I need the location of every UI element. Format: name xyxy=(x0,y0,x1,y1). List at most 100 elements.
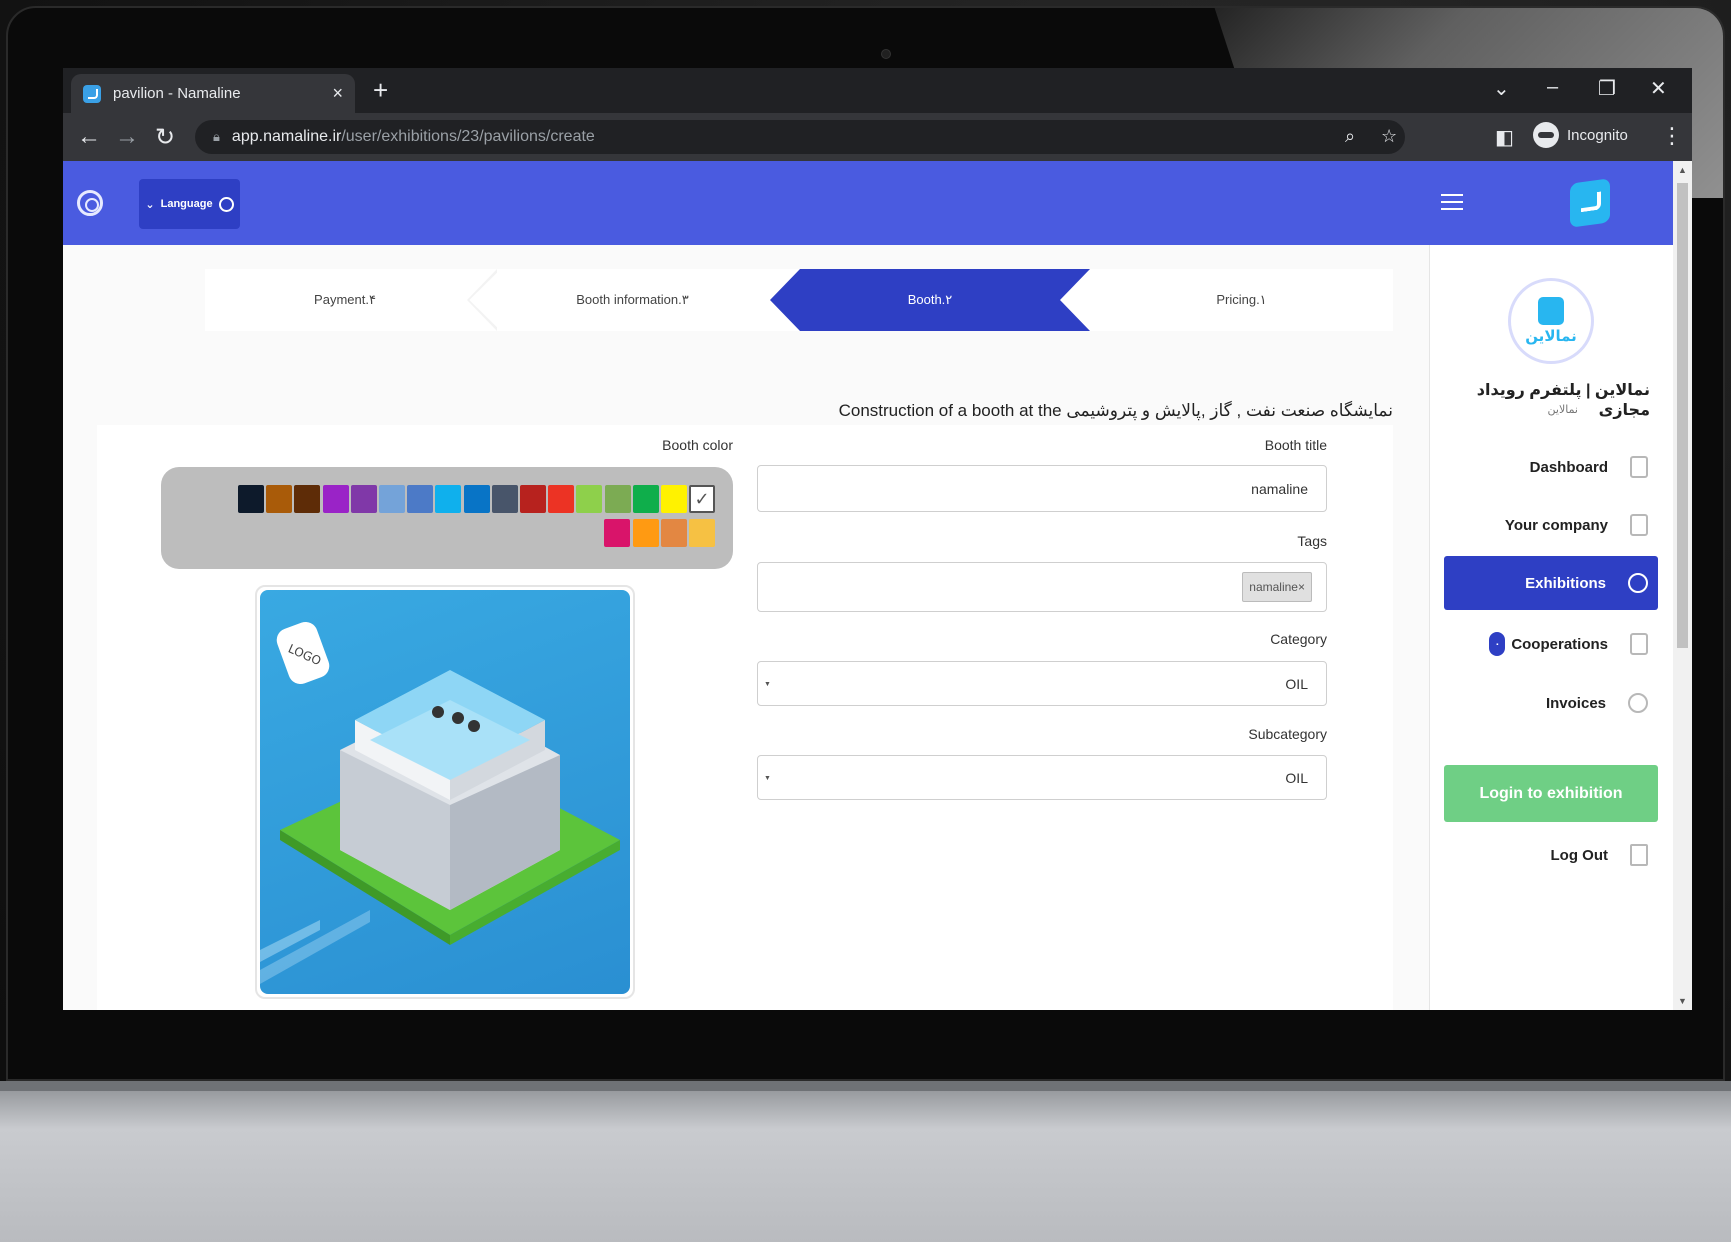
reload-icon[interactable]: ↻ xyxy=(155,123,175,152)
category-select[interactable]: ▼ OIL xyxy=(757,661,1327,706)
color-swatch[interactable] xyxy=(604,485,631,513)
color-swatch[interactable] xyxy=(463,485,490,513)
scrollbar-thumb[interactable] xyxy=(1677,183,1688,648)
login-to-exhibition-button[interactable]: Login to exhibition xyxy=(1444,765,1658,822)
color-swatch[interactable] xyxy=(632,485,659,513)
color-swatch[interactable] xyxy=(661,485,687,513)
sidebar-item-dashboard[interactable]: Dashboard xyxy=(1444,440,1658,494)
color-swatch[interactable] xyxy=(435,485,462,513)
tab-title: pavilion - Namaline xyxy=(113,85,241,102)
subcategory-select[interactable]: ▼ OIL xyxy=(757,755,1327,800)
color-swatch[interactable] xyxy=(604,519,631,547)
more-menu-icon[interactable]: ⋮ xyxy=(1661,123,1683,149)
users-icon xyxy=(1628,573,1648,593)
laptop-frame: pavilion - Namaline × + ⌄ – ❐ ✕ ← → ↻ 🔒︎… xyxy=(0,0,1731,1242)
namaline-logo[interactable] xyxy=(1570,178,1610,228)
category-value: OIL xyxy=(1285,675,1308,692)
booth-title-label: Booth title xyxy=(1264,437,1327,453)
booth-color-label: Booth color xyxy=(662,437,733,453)
incognito-label: Incognito xyxy=(1567,126,1628,144)
side-panel-icon[interactable]: ◧ xyxy=(1495,125,1514,150)
globe-icon xyxy=(218,196,234,212)
booth-title-value: namaline xyxy=(1251,480,1308,497)
color-swatch[interactable] xyxy=(660,519,687,547)
tag-remove-icon[interactable]: × xyxy=(1298,580,1305,594)
minimize-icon[interactable]: – xyxy=(1547,76,1558,99)
color-swatch[interactable] xyxy=(689,519,715,547)
sidebar-item-cooperations[interactable]: ۰ Cooperations xyxy=(1444,617,1658,671)
step-pricing[interactable]: Pricing.۱ xyxy=(1090,269,1393,331)
url-path: /user/exhibitions/23/pavilions/create xyxy=(341,128,595,145)
laptop-hinge xyxy=(0,1081,1731,1091)
browser-window: pavilion - Namaline × + ⌄ – ❐ ✕ ← → ↻ 🔒︎… xyxy=(63,68,1692,1010)
language-button[interactable]: ⌄ Language xyxy=(139,179,240,229)
forward-icon[interactable]: → xyxy=(115,123,139,151)
color-swatch[interactable] xyxy=(266,485,293,513)
sidebar-item-label: Exhibitions xyxy=(1525,574,1606,592)
incognito-indicator[interactable]: Incognito xyxy=(1533,122,1628,148)
tag-chip-label: namaline xyxy=(1249,580,1298,594)
tab-strip: pavilion - Namaline × + ⌄ – ❐ ✕ xyxy=(63,68,1692,113)
color-swatch[interactable] xyxy=(238,485,264,513)
sidebar-item-label: Log Out xyxy=(1550,846,1608,864)
app-header: ⌄ Language xyxy=(63,161,1429,245)
color-swatch[interactable] xyxy=(548,485,575,513)
restore-icon[interactable]: ❐ xyxy=(1598,76,1616,101)
sidebar-item-log-out[interactable]: Log Out xyxy=(1444,828,1658,882)
step-booth-information[interactable]: Booth information.۳ xyxy=(495,269,770,331)
color-swatch[interactable] xyxy=(576,485,603,513)
color-swatch[interactable] xyxy=(322,485,349,513)
cooperations-count-badge: ۰ xyxy=(1489,632,1506,656)
new-tab-button[interactable]: + xyxy=(373,76,388,104)
color-swatch[interactable] xyxy=(407,485,434,513)
sidebar-item-label: Dashboard xyxy=(1529,458,1608,476)
favicon-icon xyxy=(83,84,101,103)
color-swatch[interactable] xyxy=(632,519,659,547)
scroll-up-icon[interactable]: ▲ xyxy=(1678,165,1687,175)
scroll-down-icon[interactable]: ▼ xyxy=(1678,996,1687,1006)
color-swatch[interactable] xyxy=(491,485,518,513)
color-swatch-selected[interactable]: ✓ xyxy=(689,485,715,513)
booth-3d-icon: LOGO xyxy=(260,621,620,984)
step-booth[interactable]: Booth.۲ xyxy=(770,269,1090,331)
close-window-icon[interactable]: ✕ xyxy=(1650,76,1667,101)
url-host: app.namaline.ir xyxy=(231,128,342,145)
avatar-text: نمالاین xyxy=(1525,328,1577,345)
address-bar[interactable]: 🔒︎ app.namaline.ir/user/exhibitions/23/p… xyxy=(195,120,1405,154)
chevron-down-icon: ⌄ xyxy=(145,198,155,211)
page-scrollbar[interactable]: ▲ ▼ xyxy=(1673,161,1692,1010)
users-icon xyxy=(1628,693,1648,713)
organization-subtitle: نمالاین xyxy=(1547,404,1578,416)
color-swatch[interactable] xyxy=(350,485,377,513)
sidebar-item-invoices[interactable]: Invoices xyxy=(1444,676,1658,730)
settings-gear-icon[interactable] xyxy=(77,190,103,216)
step-payment[interactable]: Payment.۴ xyxy=(205,269,485,331)
company-avatar[interactable]: نمالاین xyxy=(1508,278,1594,364)
browser-tab[interactable]: pavilion - Namaline × xyxy=(71,74,355,113)
sidebar: نمالاین نمالاین | پلتفرم رویداد مجازی نم… xyxy=(1429,245,1673,1010)
dropdown-caret-icon: ▼ xyxy=(764,775,771,782)
laptop-base xyxy=(0,1081,1731,1242)
company-logo-icon xyxy=(1538,297,1564,325)
tag-chip[interactable]: namaline× xyxy=(1242,572,1312,602)
sidebar-item-exhibitions[interactable]: Exhibitions xyxy=(1444,556,1658,610)
main-content: Payment.۴ Booth information.۳ Booth.۲ Pr… xyxy=(63,245,1429,1010)
back-icon[interactable]: ← xyxy=(77,123,101,151)
color-swatch[interactable] xyxy=(379,485,405,513)
subcategory-value: OIL xyxy=(1285,769,1308,786)
zoom-icon[interactable]: ⌕ xyxy=(1345,126,1355,147)
close-tab-icon[interactable]: × xyxy=(332,83,343,104)
lock-icon[interactable]: 🔒︎ xyxy=(213,129,220,145)
tags-input[interactable]: namaline× xyxy=(757,562,1327,612)
page-title: Construction of a booth at the نمایشگاه … xyxy=(838,401,1393,420)
sidebar-item-your-company[interactable]: Your company xyxy=(1444,498,1658,552)
tab-search-icon[interactable]: ⌄ xyxy=(1493,76,1510,101)
webcam xyxy=(881,49,891,59)
booth-title-input[interactable]: namaline xyxy=(757,465,1327,512)
color-swatch[interactable] xyxy=(294,485,321,513)
sidebar-item-label: Cooperations xyxy=(1511,635,1608,653)
incognito-icon xyxy=(1533,122,1559,148)
color-swatch[interactable] xyxy=(520,485,546,513)
bookmark-star-icon[interactable]: ☆ xyxy=(1381,126,1397,147)
menu-toggle-icon[interactable] xyxy=(1441,194,1463,210)
